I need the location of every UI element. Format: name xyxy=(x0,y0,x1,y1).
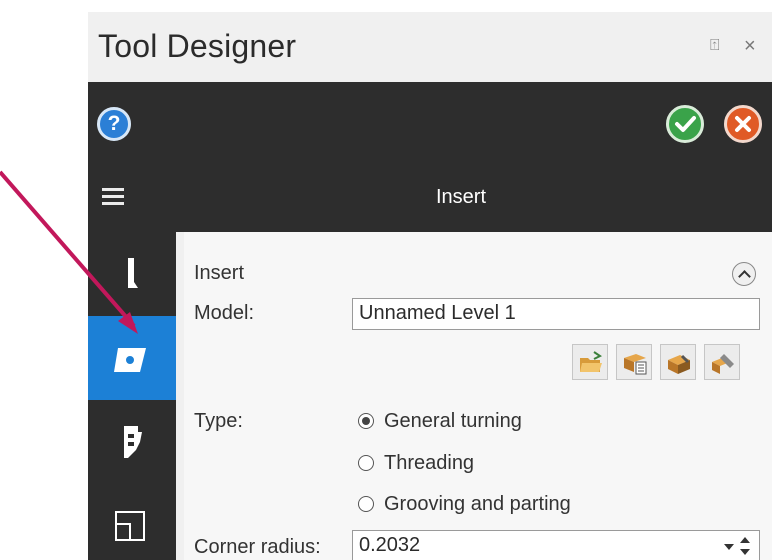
open-folder-icon xyxy=(580,351,602,372)
nav-bar: Insert xyxy=(88,164,772,232)
corner-radius-input[interactable]: 0.2032 xyxy=(352,530,760,560)
close-icon xyxy=(735,116,751,132)
section-title: Insert xyxy=(194,262,245,284)
close-window-icon[interactable]: × xyxy=(744,36,756,56)
holder-icon xyxy=(128,258,138,288)
layout-icon xyxy=(115,511,145,541)
radio-label: Grooving and parting xyxy=(384,493,571,515)
model-label: Model: xyxy=(194,302,255,324)
model-input[interactable]: Unnamed Level 1 xyxy=(352,298,760,330)
save-icon xyxy=(668,354,690,374)
nav-title: Insert xyxy=(436,186,487,208)
pin-icon[interactable]: ⍐ xyxy=(710,36,720,56)
edit-icon xyxy=(712,354,734,374)
assembly-icon xyxy=(124,426,142,458)
spin-up-icon[interactable] xyxy=(740,537,750,543)
spin-down-icon[interactable] xyxy=(740,549,750,555)
hamburger-icon[interactable] xyxy=(102,188,124,206)
sidebar-item-layout[interactable] xyxy=(88,484,176,560)
radio-label: Threading xyxy=(384,452,475,474)
tool-designer-panel: Tool Designer ⍐ × ? Insert Insert Model:… xyxy=(88,12,772,560)
collapse-chevron-up-icon[interactable] xyxy=(732,262,756,286)
edit-button[interactable] xyxy=(704,344,740,380)
open-folder-button[interactable] xyxy=(572,344,608,380)
checkmark-icon xyxy=(675,116,696,132)
type-label: Type: xyxy=(194,410,243,432)
corner-radius-label: Corner radius: xyxy=(194,536,321,558)
library-icon xyxy=(624,354,647,375)
radio-general-turning[interactable]: General turning xyxy=(358,410,522,433)
save-button[interactable] xyxy=(660,344,696,380)
radio-grooving-and-parting[interactable]: Grooving and parting xyxy=(358,493,571,516)
window-title: Tool Designer xyxy=(98,28,297,64)
sidebar-item-assembly[interactable] xyxy=(88,400,176,484)
cancel-button[interactable] xyxy=(724,105,762,143)
corner-radius-spinner[interactable] xyxy=(724,534,754,560)
sidebar xyxy=(88,232,176,560)
insert-icon xyxy=(114,348,146,372)
library-button[interactable] xyxy=(616,344,652,380)
radio-label: General turning xyxy=(384,410,522,432)
title-bar: Tool Designer ⍐ × xyxy=(88,12,772,82)
top-toolbar: ? xyxy=(88,82,772,164)
insert-form: Insert Model: Unnamed Level 1 Type: Gene… xyxy=(184,232,772,560)
dropdown-arrow-icon[interactable] xyxy=(724,544,734,550)
radio-threading[interactable]: Threading xyxy=(358,452,474,475)
sidebar-item-holder[interactable] xyxy=(88,232,176,316)
help-icon[interactable]: ? xyxy=(97,107,131,141)
ok-button[interactable] xyxy=(666,105,704,143)
sidebar-item-insert[interactable] xyxy=(88,316,176,400)
